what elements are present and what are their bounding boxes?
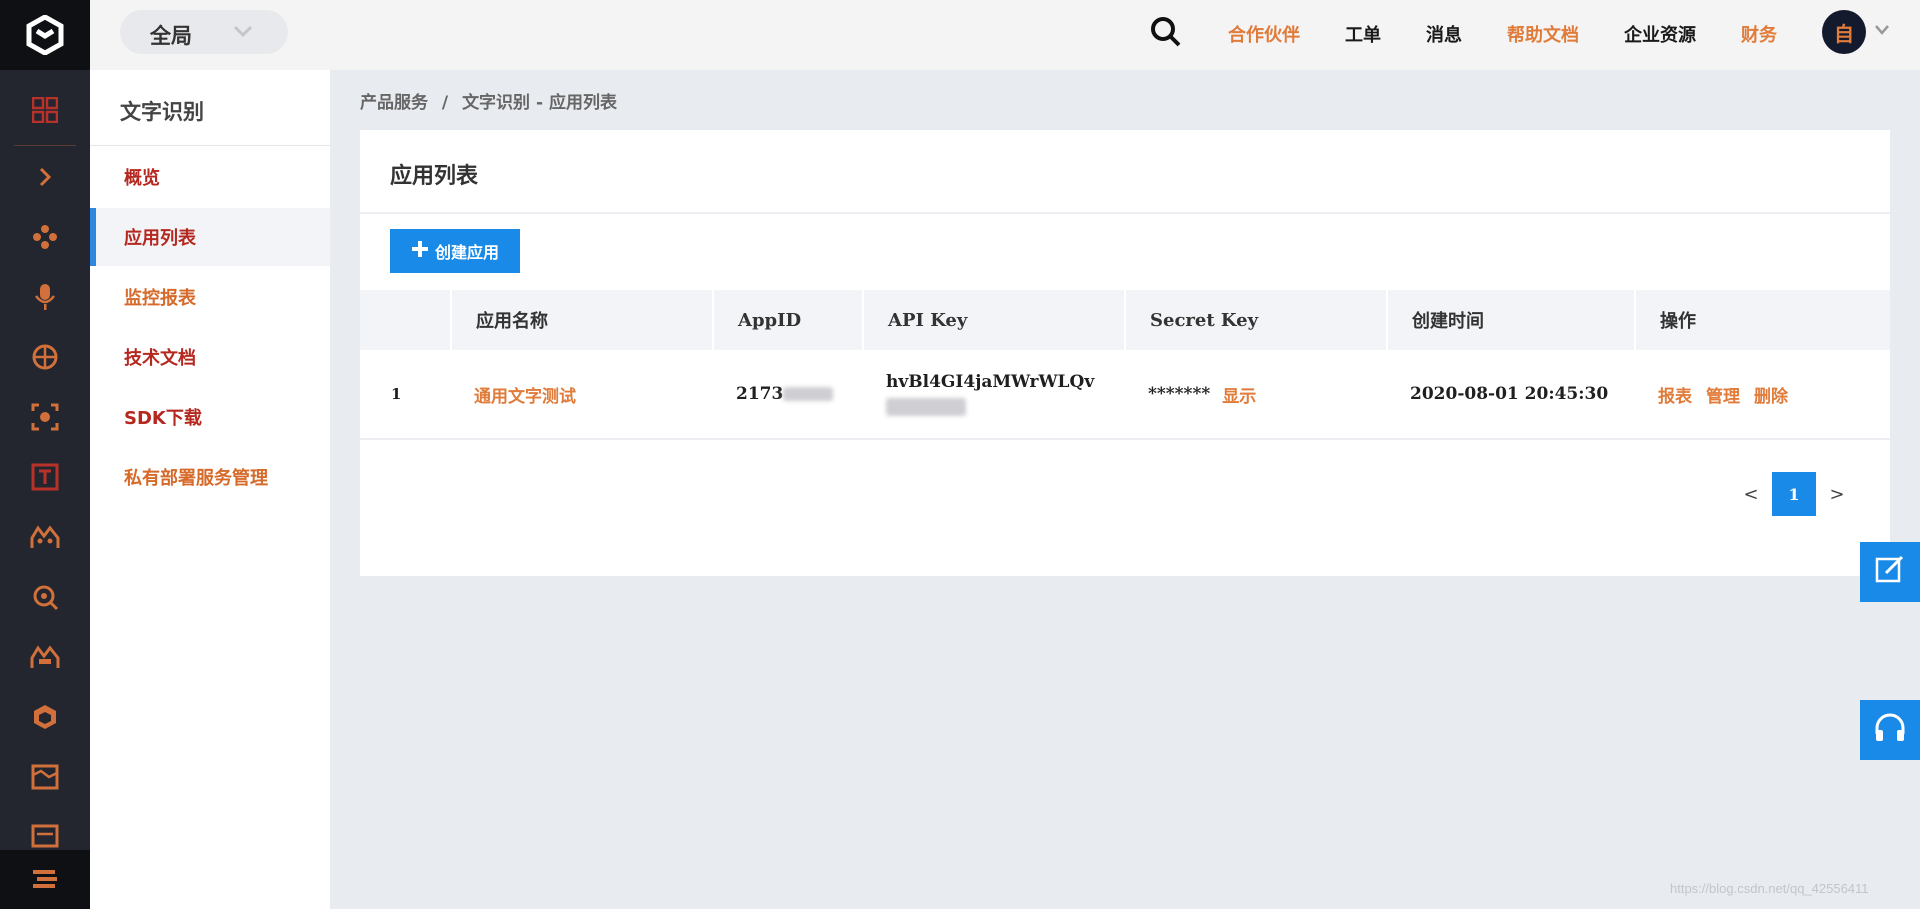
nav-partners[interactable]: 合作伙伴 bbox=[1228, 21, 1300, 47]
card-divider bbox=[360, 212, 1890, 214]
secret-key-cell: ******* 显示 bbox=[1148, 350, 1256, 438]
breadcrumb-current: 文字识别 - 应用列表 bbox=[462, 93, 617, 113]
column-header-index bbox=[360, 290, 450, 350]
subnav-title: 文字识别 bbox=[120, 100, 204, 124]
column-header-actions: 操作 bbox=[1634, 290, 1890, 350]
scope-label: 全局 bbox=[150, 24, 192, 48]
text-recognition-icon[interactable] bbox=[28, 460, 62, 494]
nav-help-docs[interactable]: 帮助文档 bbox=[1507, 21, 1579, 47]
edit-icon bbox=[1874, 554, 1906, 590]
column-header-api-key: API Key bbox=[862, 290, 1124, 350]
chevron-down-icon[interactable] bbox=[1874, 22, 1890, 41]
scan-icon[interactable] bbox=[28, 400, 62, 434]
chevron-down-icon bbox=[232, 20, 254, 46]
sidebar-item-overview[interactable]: 概览 bbox=[90, 148, 330, 206]
secondary-nav: 文字识别 概览 应用列表 监控报表 技术文档 SDK下载 私有部署服务管理 bbox=[90, 70, 330, 909]
breadcrumb-separator: / bbox=[441, 93, 449, 113]
scope-selector[interactable]: 全局 bbox=[120, 10, 288, 54]
avatar-text: 自 bbox=[1834, 21, 1854, 46]
sidebar-item-monitoring[interactable]: 监控报表 bbox=[90, 268, 330, 326]
row-index: 1 bbox=[391, 385, 402, 403]
headphones-icon bbox=[1873, 712, 1907, 748]
manage-link[interactable]: 管理 bbox=[1706, 382, 1740, 407]
left-rail bbox=[0, 0, 90, 909]
app-name-link[interactable]: 通用文字测试 bbox=[474, 350, 576, 438]
create-app-label: 创建应用 bbox=[434, 245, 499, 262]
show-secret-link[interactable]: 显示 bbox=[1222, 382, 1256, 407]
actions-cell: 报表 管理 删除 bbox=[1658, 350, 1788, 438]
plus-icon bbox=[411, 240, 429, 263]
network-icon[interactable] bbox=[28, 220, 62, 254]
page-title: 应用列表 bbox=[390, 164, 479, 189]
globe-icon[interactable] bbox=[28, 340, 62, 374]
app-id-value: 2173 bbox=[736, 384, 784, 404]
app-list-card: 应用列表 创建应用 应用名称 AppID API Key Secret Key … bbox=[360, 130, 1890, 576]
column-header-created: 创建时间 bbox=[1386, 290, 1634, 350]
nav-enterprise[interactable]: 企业资源 bbox=[1624, 21, 1696, 47]
search-icon[interactable] bbox=[1150, 16, 1182, 52]
subnav-divider bbox=[90, 145, 330, 146]
delete-link[interactable]: 删除 bbox=[1754, 382, 1788, 407]
top-bar: 全局 合作伙伴 工单 消息 帮助文档 企业资源 财务 自 bbox=[90, 0, 1920, 70]
redacted-app-id bbox=[783, 387, 834, 401]
app-id-cell: 2173 bbox=[736, 350, 834, 438]
secret-key-masked: ******* bbox=[1148, 384, 1211, 404]
prev-page-button[interactable]: < bbox=[1736, 472, 1766, 516]
image-search-icon[interactable] bbox=[28, 580, 62, 614]
column-header-name: 应用名称 bbox=[450, 290, 712, 350]
body-analysis-icon[interactable] bbox=[28, 640, 62, 674]
grid-icon[interactable] bbox=[28, 93, 62, 127]
breadcrumb-product-services[interactable]: 产品服务 bbox=[360, 93, 428, 113]
column-header-appid: AppID bbox=[712, 290, 862, 350]
cube-icon[interactable] bbox=[28, 700, 62, 734]
table-header: 应用名称 AppID API Key Secret Key 创建时间 操作 bbox=[360, 290, 1890, 350]
microphone-icon[interactable] bbox=[28, 280, 62, 314]
sidebar-item-private-deploy[interactable]: 私有部署服务管理 bbox=[90, 448, 330, 506]
breadcrumb: 产品服务 / 文字识别 - 应用列表 bbox=[360, 88, 625, 113]
sidebar-item-tech-docs[interactable]: 技术文档 bbox=[90, 328, 330, 386]
expand-chevron-icon[interactable] bbox=[28, 160, 62, 194]
sidebar-item-sdk-download[interactable]: SDK下载 bbox=[90, 388, 330, 446]
api-key-cell: hvBl4GI4jaMWrWLQv bbox=[886, 350, 1094, 438]
face-icon[interactable] bbox=[28, 520, 62, 554]
create-app-button[interactable]: 创建应用 bbox=[390, 229, 520, 273]
nav-messages[interactable]: 消息 bbox=[1426, 21, 1462, 47]
customer-service-button[interactable] bbox=[1860, 700, 1920, 760]
api-key-value: hvBl4GI4jaMWrWLQv bbox=[886, 372, 1095, 392]
next-page-button[interactable]: > bbox=[1822, 472, 1852, 516]
rail-divider bbox=[14, 145, 76, 146]
avatar[interactable]: 自 bbox=[1822, 10, 1866, 54]
map-icon[interactable] bbox=[28, 760, 62, 794]
created-time: 2020-08-01 20:45:30 bbox=[1410, 384, 1609, 404]
table-row: 1 通用文字测试 2173 hvBl4GI4jaMWrWLQv ******* … bbox=[360, 350, 1890, 440]
redacted-api-key bbox=[886, 398, 966, 416]
nav-finance[interactable]: 财务 bbox=[1741, 21, 1777, 47]
nav-tickets[interactable]: 工单 bbox=[1345, 21, 1381, 47]
column-header-secret-key: Secret Key bbox=[1124, 290, 1386, 350]
feedback-edit-button[interactable] bbox=[1860, 542, 1920, 602]
monitor-icon[interactable] bbox=[28, 820, 62, 854]
sidebar-item-app-list[interactable]: 应用列表 bbox=[90, 208, 330, 266]
watermark: https://blog.csdn.net/qq_42556411 bbox=[1670, 881, 1869, 896]
menu-icon[interactable] bbox=[0, 850, 90, 909]
page-1-button[interactable]: 1 bbox=[1772, 472, 1816, 516]
report-link[interactable]: 报表 bbox=[1658, 382, 1692, 407]
logo-icon[interactable] bbox=[0, 0, 90, 70]
